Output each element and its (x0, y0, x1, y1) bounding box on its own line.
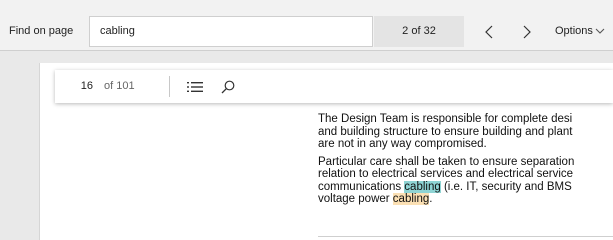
document-text: The Design Team is responsible for compl… (318, 113, 613, 211)
chevron-left-icon (485, 25, 493, 38)
text-line: The Design Team is responsible for compl… (318, 113, 573, 125)
text-line: are not in any way compromised. (318, 138, 487, 150)
text-line: relation to electrical services and elec… (318, 168, 574, 180)
page-number-input[interactable]: 16 (63, 75, 93, 97)
toolbar-divider (169, 76, 170, 97)
text-segment: (i.e. IT, security and BMS (440, 180, 572, 193)
list-icon (187, 81, 203, 92)
text-line: communications cabling (i.e. IT, securit… (318, 180, 613, 194)
paragraph-1: The Design Team is responsible for compl… (318, 113, 613, 151)
match-count: 2 of 32 (374, 16, 464, 47)
paragraph-2: Particular care shall be taken to ensure… (318, 156, 613, 206)
text-line: Particular care shall be taken to ensure… (318, 155, 575, 168)
search-icon (221, 80, 235, 93)
section-divider (318, 236, 613, 237)
previous-match-button[interactable] (475, 18, 503, 45)
pdf-toolbar: 16 of 101 (55, 70, 613, 103)
page-total: of 101 (104, 80, 135, 92)
next-match-button[interactable] (513, 18, 541, 45)
chevron-down-icon (595, 28, 605, 34)
search-button[interactable] (215, 74, 241, 99)
options-button[interactable]: Options (555, 25, 605, 37)
find-label: Find on page (9, 25, 74, 37)
find-on-page-bar: Find on page cabling 2 of 32 Options (0, 0, 613, 51)
text-line: voltage power cabling. (318, 193, 613, 206)
chevron-right-icon (523, 25, 531, 38)
current-match-highlight: cabling (404, 180, 441, 193)
options-label: Options (555, 25, 593, 37)
text-segment: . (429, 193, 433, 205)
text-line: and building structure to ensure buildin… (318, 125, 573, 138)
table-of-contents-button[interactable] (182, 74, 208, 99)
find-search-input[interactable]: cabling (89, 16, 373, 47)
match-highlight: cabling (392, 193, 430, 205)
text-segment: voltage power (318, 193, 393, 205)
text-segment: communications (318, 180, 405, 193)
